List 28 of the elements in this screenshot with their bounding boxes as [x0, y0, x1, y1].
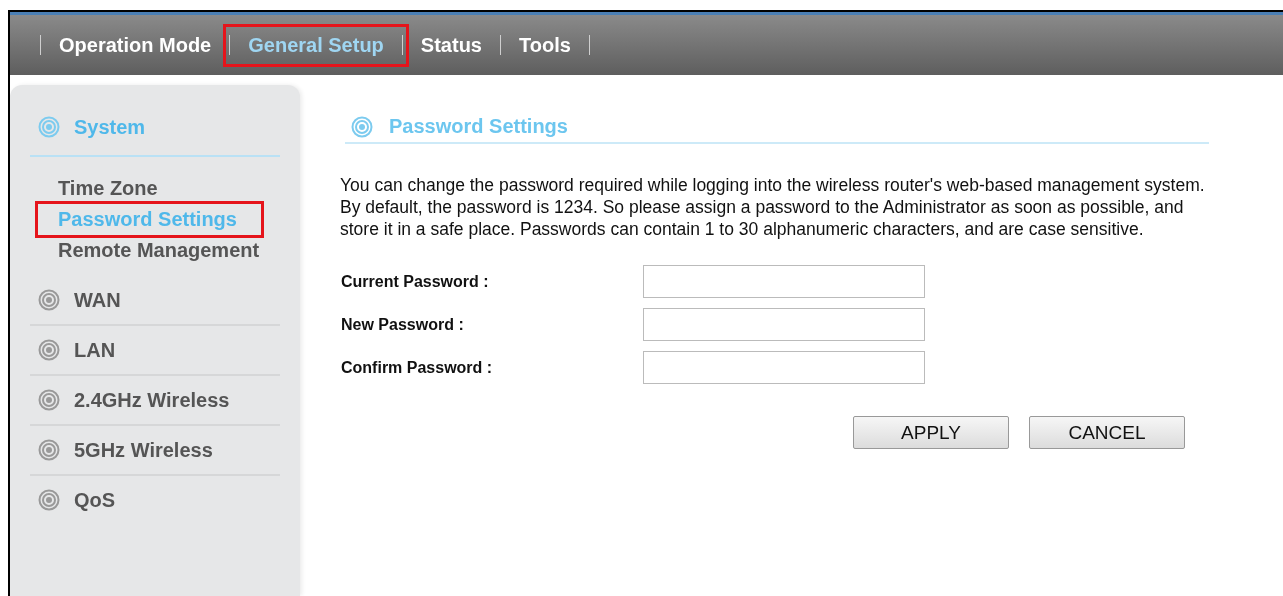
sidebar-section[interactable]: 5GHz Wireless — [38, 436, 280, 464]
apply-button[interactable]: APPLY — [853, 416, 1009, 449]
cancel-button[interactable]: CANCEL — [1029, 416, 1185, 449]
password-field[interactable] — [643, 351, 925, 384]
sidebar-item[interactable]: Remote Management — [58, 235, 260, 266]
field-label: Current Password : — [340, 272, 490, 291]
password-field[interactable] — [643, 308, 925, 341]
target-icon — [38, 289, 60, 311]
sidebar-section[interactable]: WAN — [38, 286, 280, 314]
target-icon — [38, 116, 60, 138]
target-icon — [38, 439, 60, 461]
target-icon — [38, 489, 60, 511]
section-title: Password Settings — [389, 115, 568, 138]
sidebar-section[interactable]: QoS — [38, 486, 280, 514]
description-text: You can change the password required while logging into the wireless router's web-based management system. By default, the password is 1234. So please assign a password to the Administrator as soon as possible, and store it in a safe place. Passwords can contain 1 to 30 alphanumeric characters, and are case sensitive. — [340, 174, 1206, 240]
sidebar-item[interactable]: Time Zone — [58, 173, 158, 204]
target-icon — [38, 339, 60, 361]
nav-tab[interactable]: General Setup — [226, 26, 406, 64]
sidebar-section[interactable]: 2.4GHz Wireless — [38, 386, 280, 414]
password-field[interactable] — [643, 265, 925, 298]
nav-tab[interactable]: Status — [420, 26, 482, 64]
target-icon — [351, 115, 373, 138]
nav-tab[interactable]: Operation Mode — [59, 26, 212, 64]
target-icon — [38, 389, 60, 411]
sidebar-section[interactable]: LAN — [38, 336, 280, 364]
nav-tab[interactable]: Tools — [518, 26, 571, 64]
field-label: Confirm Password : — [340, 358, 494, 377]
field-label: New Password : — [340, 315, 465, 334]
